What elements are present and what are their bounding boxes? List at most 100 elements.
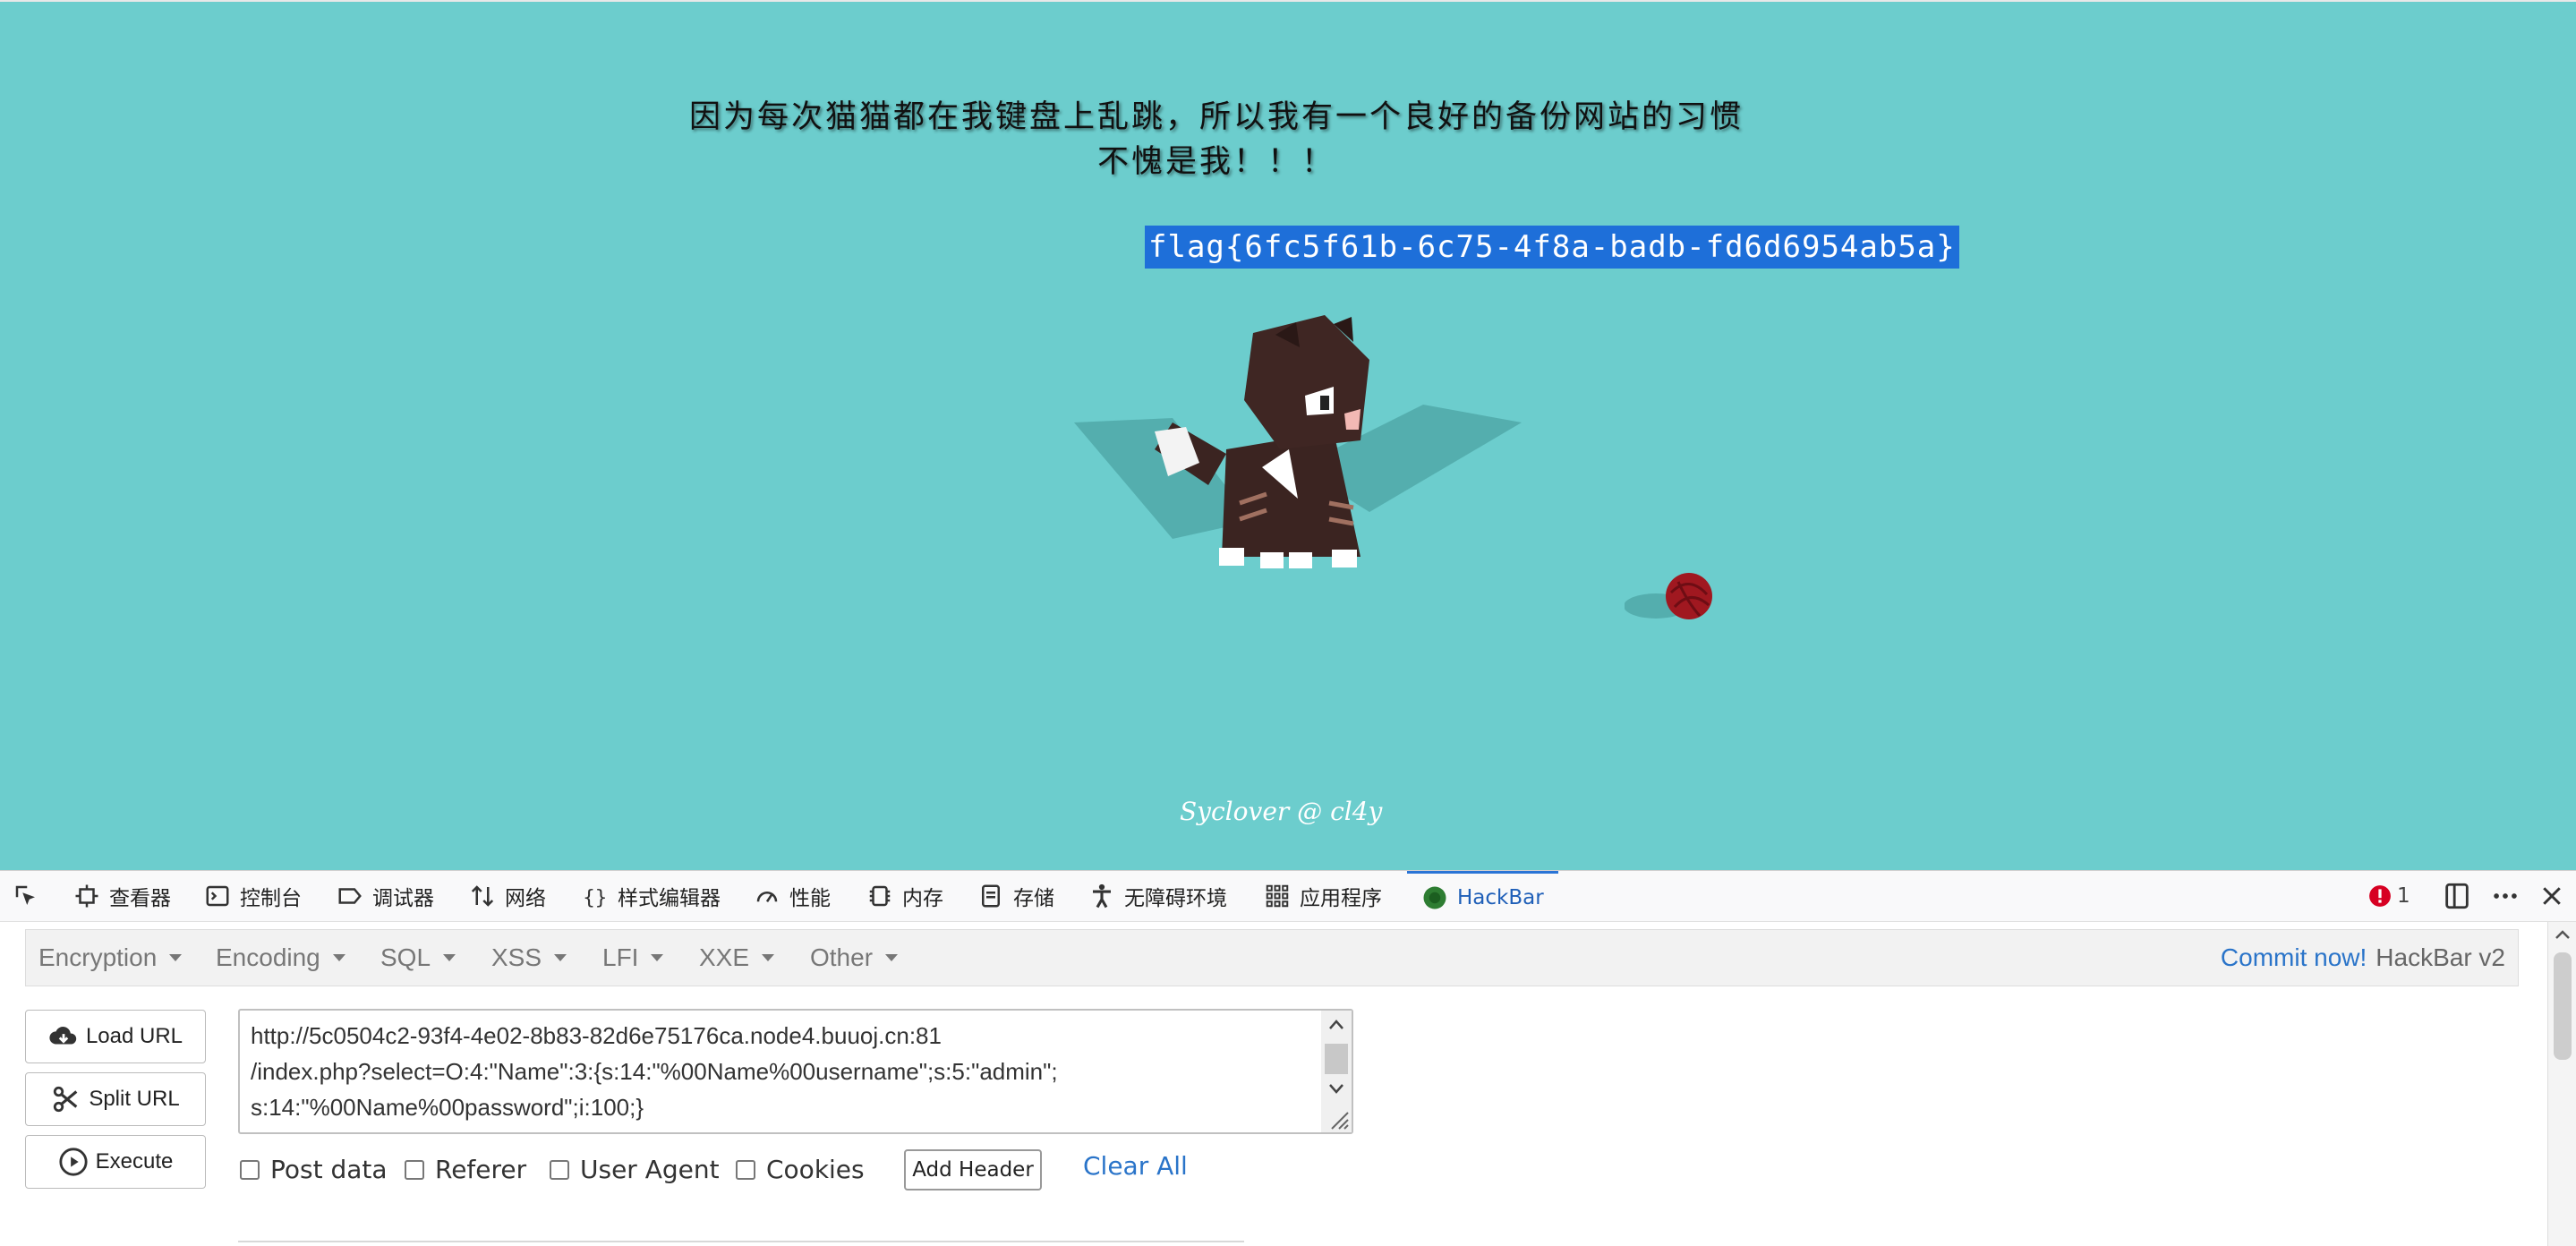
tab-label: 网络 (505, 887, 546, 910)
menu-xss[interactable]: XSS (491, 930, 567, 986)
tab-storage[interactable]: 存储 (977, 871, 1054, 921)
tab-memory[interactable]: 内存 (866, 871, 943, 921)
more-options-button[interactable] (2490, 871, 2521, 921)
option-label: User Agent (580, 1155, 720, 1184)
checkbox[interactable] (240, 1159, 260, 1180)
hackbar-version: HackBar v2 (2376, 943, 2505, 971)
option-post-data[interactable]: Post data (240, 1155, 388, 1184)
signature-text: Syclover @ cl4y (1180, 797, 1383, 826)
scissors-icon (54, 1086, 78, 1113)
resize-handle-icon[interactable] (1326, 1107, 1350, 1131)
menu-other[interactable]: Other (810, 930, 899, 986)
option-user-agent[interactable]: User Agent (550, 1155, 720, 1184)
menu-label: Encryption (38, 943, 158, 971)
accessibility-icon (1093, 883, 1111, 909)
headline-line-1: 因为每次猫猫都在我键盘上乱跳，所以我有一个良好的备份网站的习惯 (688, 99, 1744, 135)
button-label: Split URL (89, 1087, 180, 1111)
tab-hackbar[interactable]: HackBar (1407, 871, 1558, 922)
tab-label: 样式编辑器 (618, 887, 721, 910)
caret-down-icon (443, 954, 456, 961)
menu-label: Encoding (216, 943, 320, 971)
devtools-toolbar: 查看器 控制台 调试器 网络 {} 样式编辑器 性能 内存 存储 无障碍环境 应… (0, 870, 2576, 922)
tab-debugger[interactable]: 调试器 (337, 871, 434, 921)
option-cookies[interactable]: Cookies (736, 1155, 865, 1184)
option-label: Cookies (766, 1155, 865, 1184)
tab-label: HackBar (1457, 886, 1544, 909)
error-count: 1 (2397, 884, 2410, 908)
tab-accessibility[interactable]: 无障碍环境 (1088, 871, 1227, 921)
menu-encryption[interactable]: Encryption (38, 930, 183, 986)
caret-down-icon (554, 954, 567, 961)
flag-text-selected[interactable]: flag{6fc5f61b-6c75-4f8a-badb-fd6d6954ab5… (1145, 226, 1959, 269)
debugger-icon (338, 888, 362, 904)
commit-area: Commit now! HackBar v2 (2221, 930, 2505, 986)
tab-label: 存储 (1013, 887, 1054, 910)
more-icon (2494, 893, 2517, 899)
performance-icon (756, 892, 778, 902)
load-url-button[interactable]: Load URL (25, 1010, 206, 1063)
application-icon (1266, 884, 1289, 908)
add-header-button[interactable]: Add Header (904, 1149, 1042, 1191)
menu-sql[interactable]: SQL (380, 930, 456, 986)
memory-icon (869, 885, 891, 907)
menu-label: XSS (491, 943, 542, 971)
network-icon (471, 885, 494, 907)
tab-label: 查看器 (109, 887, 171, 910)
checkbox[interactable] (736, 1159, 755, 1180)
checkbox[interactable] (405, 1159, 424, 1180)
option-referer[interactable]: Referer (405, 1155, 526, 1184)
tab-style-editor[interactable]: {} 样式编辑器 (582, 871, 721, 921)
clear-all-link[interactable]: Clear All (1083, 1151, 1188, 1181)
tab-inspector[interactable]: 查看器 (73, 871, 171, 921)
svg-text:{}: {} (583, 886, 607, 909)
yarn-ball-image (1625, 573, 1712, 619)
tab-performance[interactable]: 性能 (754, 871, 831, 921)
menu-label: SQL (380, 943, 431, 971)
play-circle-icon (59, 1148, 88, 1176)
menu-lfi[interactable]: LFI (602, 930, 664, 986)
picker-icon (15, 885, 35, 905)
hackbar-panel: Encryption Encoding SQL XSS LFI XXE Othe… (0, 922, 2576, 1246)
error-counter[interactable]: 1 (2368, 871, 2410, 921)
menu-label: LFI (602, 943, 639, 971)
caret-down-icon (762, 954, 775, 961)
tab-label: 无障碍环境 (1124, 887, 1227, 910)
tab-console[interactable]: 控制台 (204, 871, 302, 921)
execute-button[interactable]: Execute (25, 1135, 206, 1189)
option-label: Referer (435, 1155, 527, 1184)
console-icon (206, 885, 229, 907)
element-picker-button[interactable] (13, 871, 39, 921)
commit-now-link[interactable]: Commit now! (2221, 943, 2367, 972)
voxel-cat-image (1074, 315, 1522, 568)
close-devtools-button[interactable] (2538, 871, 2565, 921)
button-label: Load URL (85, 1024, 183, 1048)
error-icon (2369, 885, 2391, 907)
hackbar-menu-bar: Encryption Encoding SQL XSS LFI XXE Othe… (25, 929, 2519, 986)
scroll-up-icon (2555, 930, 2570, 939)
tab-label: 调试器 (372, 887, 434, 910)
page-viewport: 因为每次猫猫都在我键盘上乱跳，所以我有一个良好的备份网站的习惯 不愧是我！！！ … (0, 0, 2576, 870)
tab-label: 应用程序 (1300, 887, 1382, 910)
tab-network[interactable]: 网络 (469, 871, 546, 921)
panel-scrollbar[interactable] (2547, 922, 2576, 1246)
url-value[interactable]: http://5c0504c2-93f4-4e02-8b83-82d6e7517… (251, 1018, 1316, 1125)
hackbar-icon (1423, 886, 1446, 909)
menu-label: Other (810, 943, 874, 971)
tab-label: 内存 (902, 887, 943, 910)
checkbox[interactable] (550, 1159, 569, 1180)
menu-encoding[interactable]: Encoding (216, 930, 345, 986)
dock-toggle-button[interactable] (2442, 871, 2472, 921)
scroll-thumb[interactable] (1325, 1044, 1348, 1074)
caret-down-icon (169, 954, 183, 961)
option-label: Post data (270, 1155, 388, 1184)
split-url-button[interactable]: Split URL (25, 1072, 206, 1126)
caret-down-icon (332, 954, 345, 961)
url-textarea[interactable]: http://5c0504c2-93f4-4e02-8b83-82d6e7517… (238, 1009, 1353, 1134)
tab-application[interactable]: 应用程序 (1264, 871, 1382, 921)
menu-xxe[interactable]: XXE (699, 930, 775, 986)
inspector-icon (75, 884, 98, 908)
scroll-thumb[interactable] (2554, 952, 2572, 1060)
button-label: Execute (95, 1149, 174, 1173)
tab-label: 性能 (789, 887, 831, 910)
close-icon (2543, 887, 2561, 905)
